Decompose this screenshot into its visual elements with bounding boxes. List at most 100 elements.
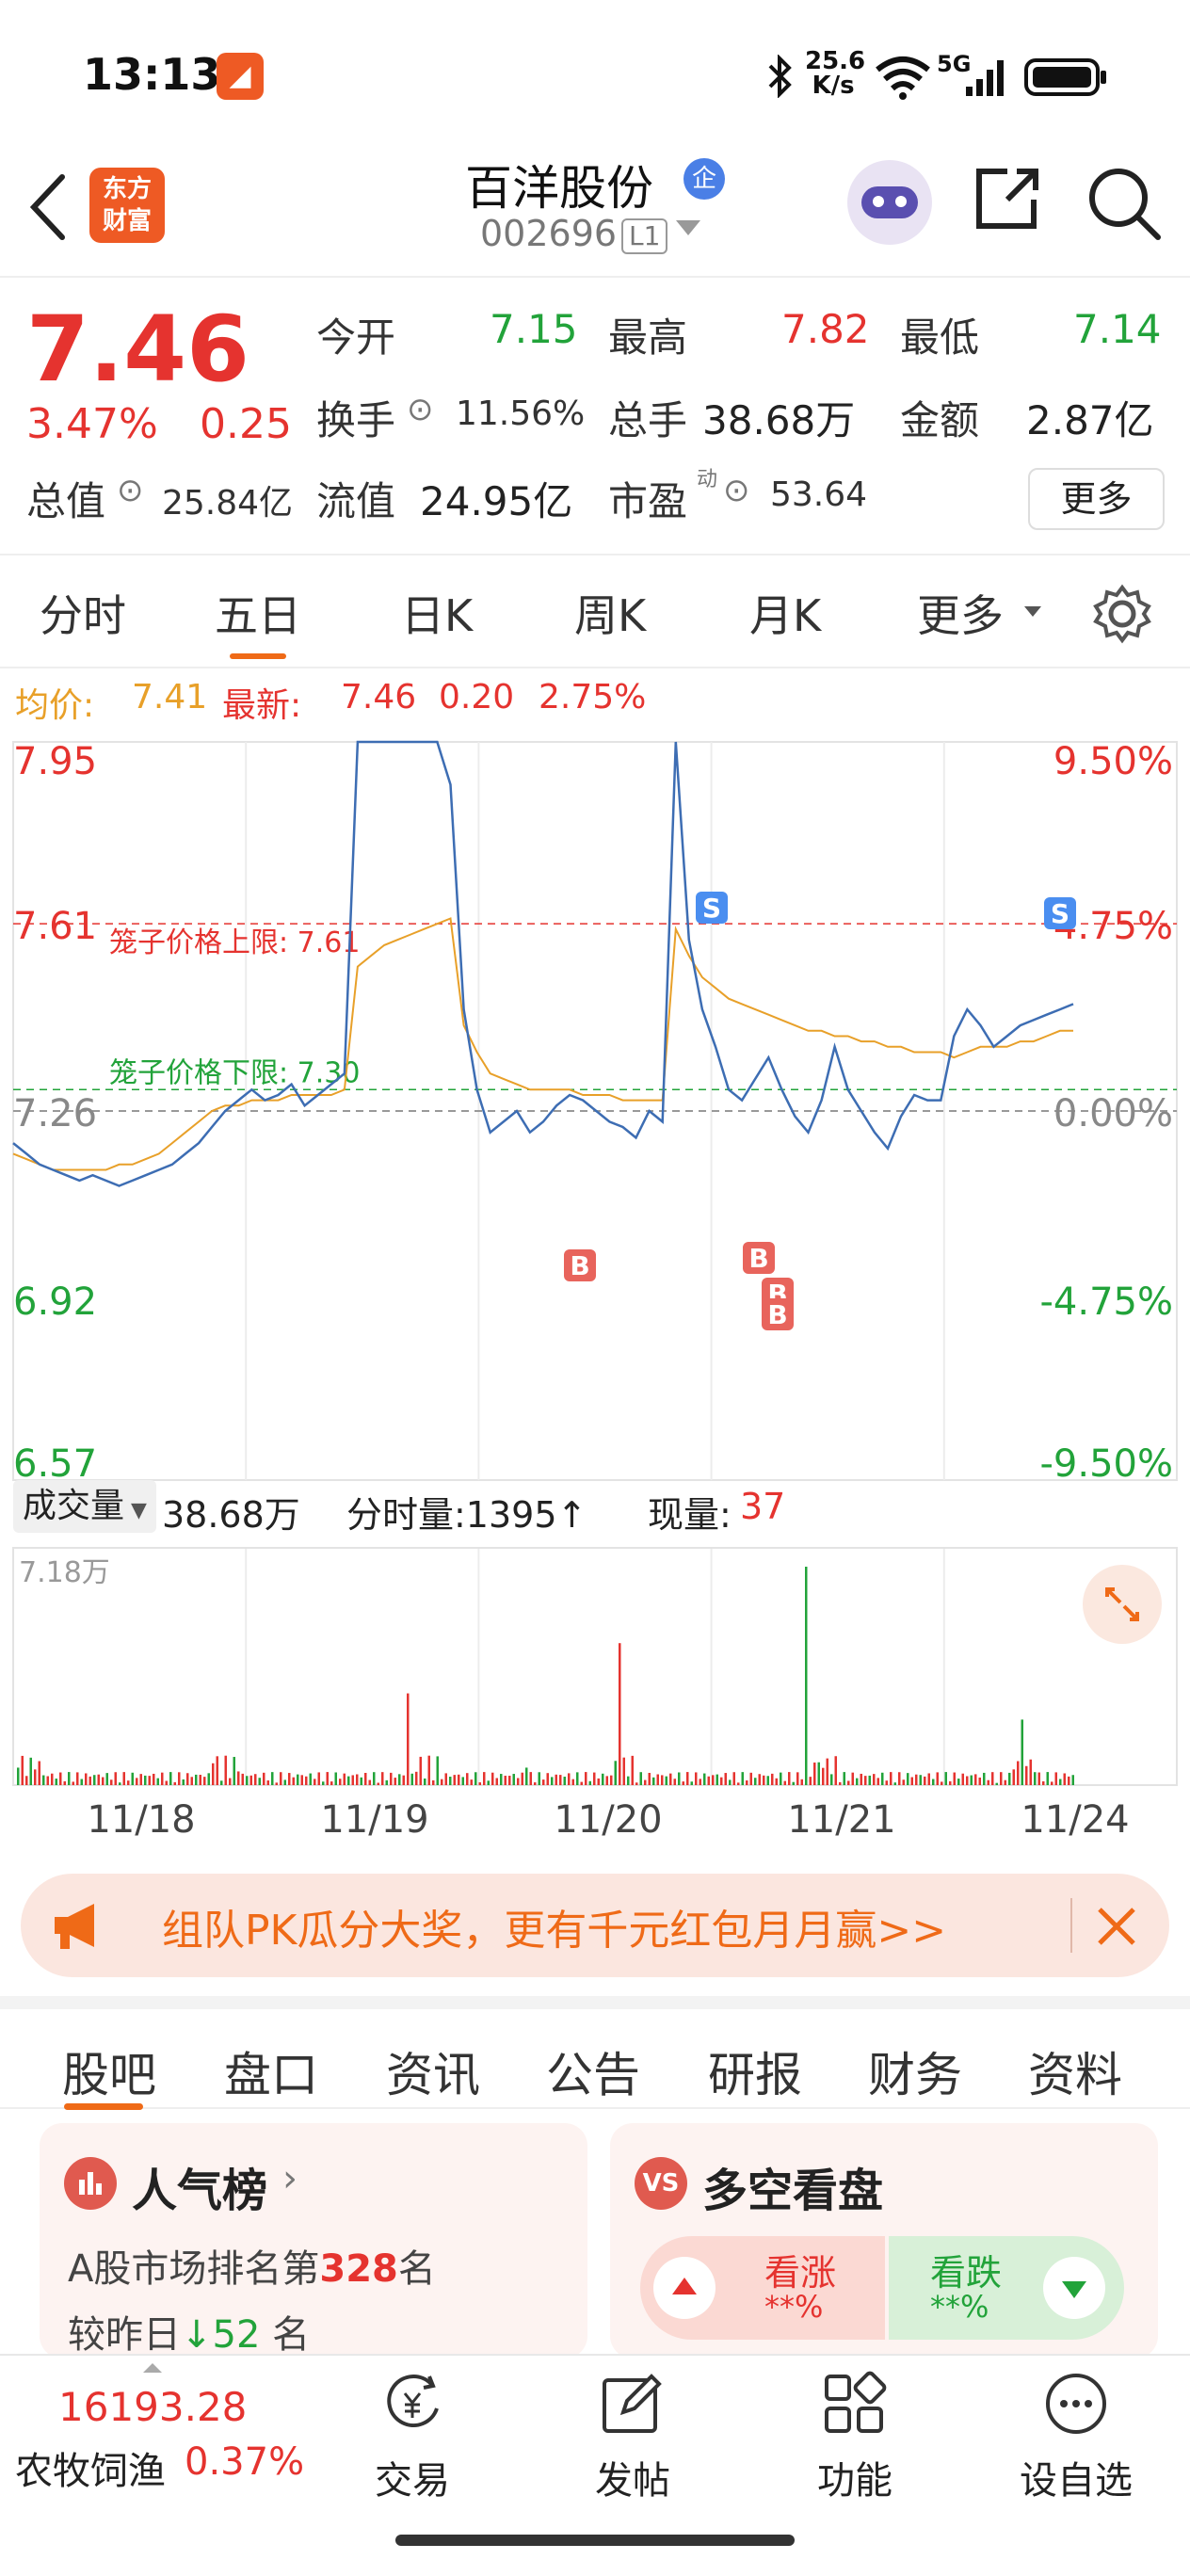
info-tabs: 股吧 盘口 资讯 公告 研报 财务 资料 (0, 1996, 1190, 2110)
settings-gear-icon[interactable] (1092, 584, 1152, 644)
volume-bar (495, 1778, 498, 1785)
open-value: 7.15 (490, 306, 578, 352)
volume-bar (42, 1775, 45, 1785)
volume-bar (868, 1775, 871, 1785)
volume-bar (851, 1772, 854, 1785)
tab-intraday[interactable]: 分时 (40, 582, 126, 644)
volume-selector[interactable]: 成交量 ▼ (13, 1480, 156, 1533)
stock-name: 百洋股份 (465, 161, 653, 216)
volume-bar (644, 1779, 647, 1785)
divider (1070, 1898, 1072, 1953)
share-icon[interactable] (970, 162, 1045, 237)
sector-index-value[interactable]: 16193.28 (58, 2384, 247, 2430)
apps-grid-icon[interactable] (821, 2371, 887, 2437)
info-icon[interactable]: ⊙ (723, 472, 750, 509)
tab-monthly-k[interactable]: 月K (749, 582, 821, 644)
chart-area[interactable]: 均价: 7.41 最新: 7.46 0.20 2.75% 笼子价格上限: 7.6… (0, 670, 1190, 1842)
function-label[interactable]: 功能 (808, 2450, 902, 2504)
back-icon[interactable] (24, 169, 72, 245)
volume-bar (309, 1773, 312, 1785)
volume-bar (1000, 1772, 1003, 1785)
volume-bar (427, 1755, 430, 1785)
volume-bar (246, 1776, 249, 1785)
bear-value: **% (930, 2289, 989, 2325)
price-axis-label: 6.92 (13, 1280, 97, 1324)
volume-bar (178, 1772, 181, 1785)
price-chart[interactable]: 笼子价格上限: 7.61 笼子价格下限: 7.30 7.95 7.61 7.26 6.92… (0, 738, 1190, 1859)
volume-bar (127, 1780, 130, 1785)
volume-bar (639, 1772, 642, 1785)
volume-bar (190, 1777, 193, 1785)
volume-bar (398, 1774, 401, 1785)
volume-bar (461, 1777, 464, 1785)
trade-label[interactable]: 交易 (365, 2450, 459, 2504)
volume-bar (805, 1567, 808, 1785)
caret-down-icon[interactable] (1024, 606, 1041, 617)
volume-bar (678, 1772, 681, 1785)
tab-news[interactable]: 资讯 (386, 2037, 480, 2105)
mktcap-value: 25.84亿 (162, 484, 294, 523)
expand-icon[interactable] (1083, 1565, 1162, 1644)
volume-bar (63, 1780, 66, 1785)
popularity-card[interactable]: 人气榜 › A股市场排名第328名 较昨日↓52 名 (40, 2123, 587, 2359)
volume-bar (263, 1772, 265, 1785)
amount-value: 2.87亿 (1026, 397, 1154, 443)
volume-bar (1068, 1776, 1070, 1785)
info-icon[interactable]: ⊙ (117, 472, 144, 509)
bluetooth-icon (768, 55, 792, 98)
volume-bar (792, 1781, 795, 1785)
volume-value: 38.68万 (702, 397, 856, 443)
bear-button[interactable]: 看跌 **% (889, 2236, 1124, 2340)
rank-value: 328 (319, 2247, 398, 2291)
volume-bar (991, 1772, 994, 1785)
volume-bar (690, 1781, 693, 1785)
watchlist-label[interactable]: 设自选 (1015, 2450, 1137, 2504)
volume-bar (856, 1778, 859, 1785)
chevron-right-icon[interactable]: › (282, 2157, 298, 2200)
volume-bar (322, 1781, 325, 1785)
volume-bar (673, 1779, 676, 1785)
volume-frame (12, 1547, 1178, 1786)
trade-yen-icon[interactable] (375, 2371, 450, 2437)
volume-bar (987, 1779, 989, 1785)
tab-guba[interactable]: 股吧 (62, 2037, 156, 2105)
search-icon[interactable] (1083, 162, 1167, 247)
promo-banner[interactable]: 组队PK瓜分大奖，更有千元红包月月赢>> (21, 1874, 1169, 1977)
sentiment-title: 多空看盘 (702, 2165, 884, 2217)
more-quote-button[interactable]: 更多 (1028, 468, 1165, 530)
assistant-avatar[interactable] (847, 160, 932, 245)
tab-profile[interactable]: 资料 (1028, 2037, 1122, 2105)
chevron-down-icon[interactable] (676, 220, 700, 235)
tab-announcements[interactable]: 公告 (546, 2037, 640, 2105)
volume-bar (970, 1775, 973, 1785)
tab-daily-k[interactable]: 日K (401, 582, 473, 644)
sentiment-card[interactable]: VS 多空看盘 看涨 **% 看跌 **% (610, 2123, 1158, 2359)
tab-more[interactable]: 更多 (917, 582, 1004, 644)
caret-up-icon[interactable] (143, 2363, 162, 2373)
tab-finance[interactable]: 财务 (868, 2037, 962, 2105)
post-label[interactable]: 发帖 (586, 2450, 680, 2504)
volume-bar (122, 1772, 125, 1785)
volume-bar (203, 1777, 206, 1785)
volume-bar (347, 1776, 350, 1785)
volume-bar (936, 1772, 939, 1785)
volume-bar (356, 1774, 359, 1785)
bull-button[interactable]: 看涨 **% (640, 2236, 885, 2340)
tab-research[interactable]: 研报 (708, 2037, 802, 2105)
tab-five-day[interactable]: 五日 (215, 582, 301, 644)
app-notification-icon: ◢ (217, 53, 264, 100)
tab-weekly-k[interactable]: 周K (574, 582, 646, 644)
volume-bar (415, 1771, 418, 1785)
info-icon[interactable]: ⊙ (407, 391, 434, 428)
sector-change: 0.37% (185, 2440, 305, 2484)
sector-name[interactable]: 农牧饲渔 (15, 2440, 166, 2495)
close-icon[interactable] (1090, 1900, 1143, 1953)
volume-bar (610, 1775, 613, 1785)
arrow-down-icon: ↓ (181, 2313, 213, 2357)
rank-prefix: A股市场排名第 (68, 2247, 320, 2291)
bull-value: **% (764, 2289, 824, 2325)
volume-bar (275, 1782, 278, 1785)
more-dots-icon[interactable] (1043, 2371, 1109, 2437)
tab-order-book[interactable]: 盘口 (224, 2037, 318, 2105)
edit-post-icon[interactable] (599, 2371, 665, 2437)
